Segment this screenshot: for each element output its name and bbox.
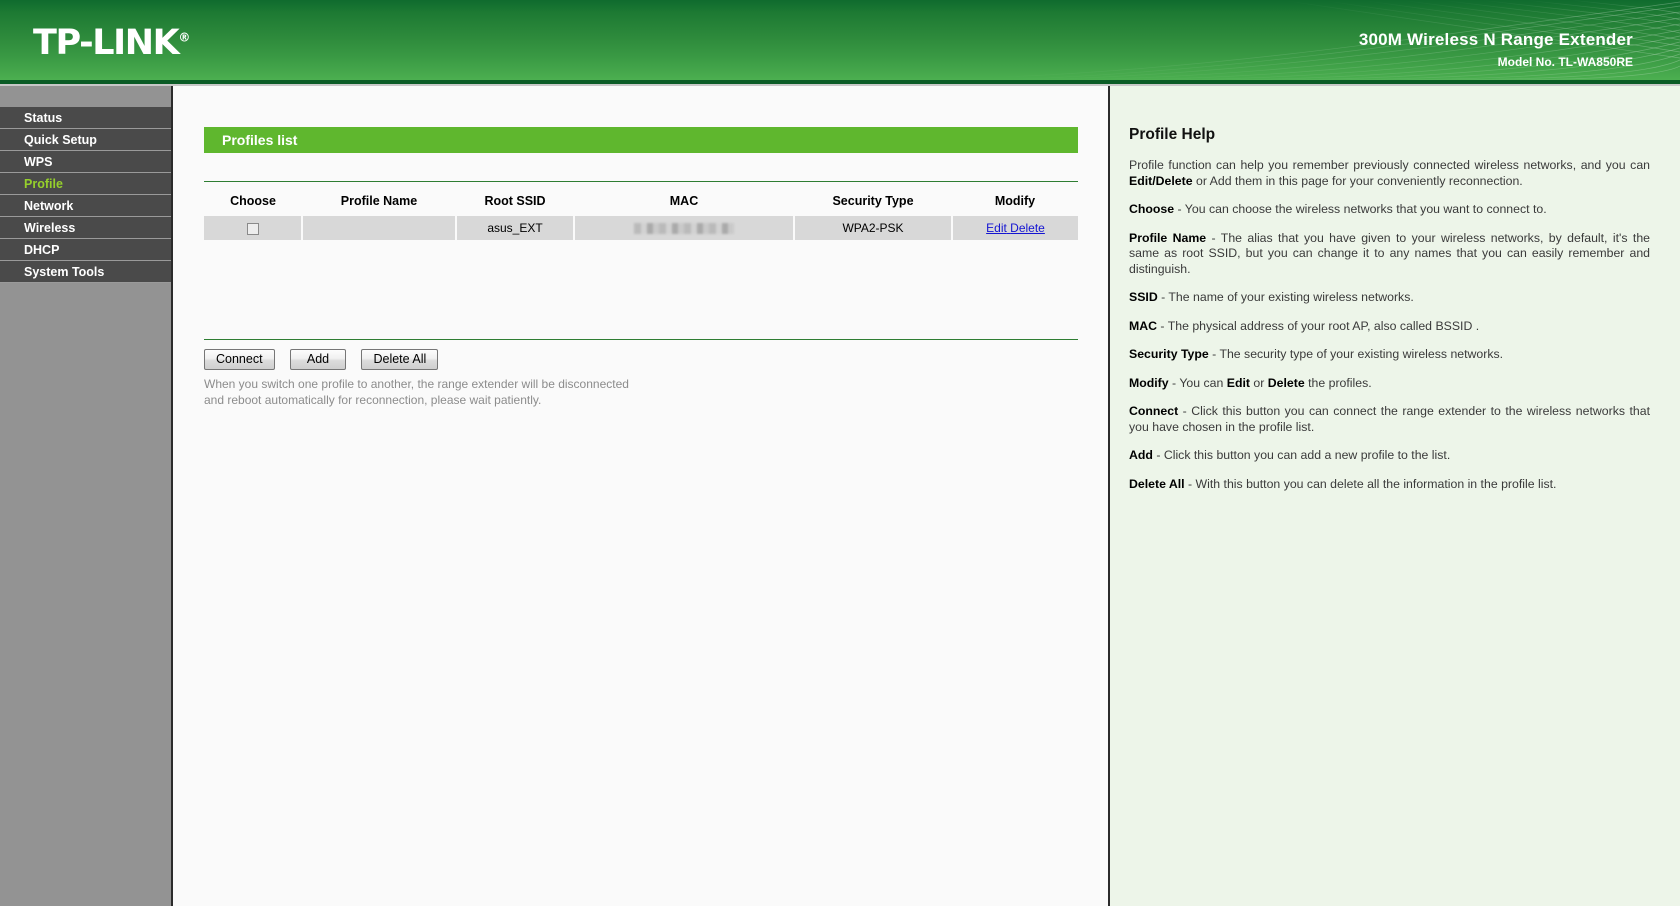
edit-link[interactable]: Edit <box>986 221 1007 235</box>
help-modify-desc-a: - You can <box>1168 375 1227 390</box>
help-security-type-desc: - The security type of your existing wir… <box>1208 347 1504 361</box>
logo-text: TP-LINK <box>33 23 180 63</box>
page-title: Profiles list <box>204 127 1078 153</box>
help-mac: MAC - The physical address of your root … <box>1129 319 1650 335</box>
help-modify: Modify - You can Edit or Delete the prof… <box>1129 376 1650 392</box>
help-connect: Connect - Click this button you can conn… <box>1129 404 1650 435</box>
cell-choose <box>204 216 303 240</box>
help-choose: Choose - You can choose the wireless net… <box>1129 202 1650 218</box>
table-row: asus_EXT WPA2-PSK Edit Delete <box>204 216 1078 240</box>
sidebar-item-wps[interactable]: WPS <box>0 151 171 173</box>
sidebar-item-dhcp[interactable]: DHCP <box>0 239 171 261</box>
app-header: TP-LINK® 300M Wireless N Range Extender … <box>0 0 1680 80</box>
tplink-logo: TP-LINK® <box>33 26 190 61</box>
cell-modify: Edit Delete <box>952 216 1078 240</box>
switch-profile-note: When you switch one profile to another, … <box>204 376 904 408</box>
help-connect-term: Connect <box>1129 404 1179 418</box>
column-header-choose: Choose <box>230 194 276 208</box>
help-title: Profile Help <box>1129 126 1216 143</box>
cell-security-type: WPA2-PSK <box>794 216 953 240</box>
sidebar-item-system-tools[interactable]: System Tools <box>0 261 171 283</box>
model-number: Model No. TL-WA850RE <box>1497 55 1633 69</box>
help-delete-all-term: Delete All <box>1129 476 1185 491</box>
action-button-row: Connect Add Delete All <box>204 349 449 370</box>
profiles-table: Choose Profile Name Root SSID MAC Securi… <box>204 186 1078 240</box>
help-choose-desc: - You can choose the wireless networks t… <box>1174 202 1547 216</box>
help-intro-c: or Add them in this page for your conven… <box>1192 173 1523 188</box>
help-intro: Profile function can help you remember p… <box>1129 158 1650 189</box>
help-intro-a: Profile function can help you remember p… <box>1129 158 1650 172</box>
table-header-row: Choose Profile Name Root SSID MAC Securi… <box>204 186 1078 216</box>
cell-mac <box>574 216 795 240</box>
column-header-mac: MAC <box>669 194 699 208</box>
table-top-rule <box>204 181 1078 182</box>
help-choose-term: Choose <box>1129 202 1175 216</box>
product-title: 300M Wireless N Range Extender <box>1358 30 1633 49</box>
help-modify-edit: Edit <box>1226 375 1250 390</box>
help-ssid-term: SSID <box>1129 290 1158 304</box>
help-panel: Profile Help Profile function can help y… <box>1110 86 1680 906</box>
sidebar-item-quick-setup[interactable]: Quick Setup <box>0 129 171 151</box>
main-content: Profiles list Choose Profile Name Root S… <box>173 86 1108 906</box>
sidebar-item-network[interactable]: Network <box>0 195 171 217</box>
cell-root-ssid: asus_EXT <box>456 216 575 240</box>
help-connect-desc: - Click this button you can connect the … <box>1129 404 1650 434</box>
help-delete-all-desc: - With this button you can delete all th… <box>1184 476 1557 491</box>
delete-all-button[interactable]: Delete All <box>361 349 439 370</box>
help-intro-b: Edit/Delete <box>1129 173 1193 188</box>
note-line-2: and reboot automatically for reconnectio… <box>204 393 542 407</box>
cell-profile-name <box>302 216 457 240</box>
registered-trademark-icon: ® <box>178 30 191 45</box>
help-ssid-desc: - The name of your existing wireless net… <box>1157 290 1414 304</box>
sidebar-item-status[interactable]: Status <box>0 107 171 129</box>
sidebar-menu: Status Quick Setup WPS Profile Network Wirele… <box>0 107 171 283</box>
column-header-profile-name: Profile Name <box>340 194 418 208</box>
help-mac-term: MAC <box>1129 318 1158 333</box>
add-button[interactable]: Add <box>290 349 347 370</box>
help-profile-name-term: Profile Name <box>1129 230 1207 245</box>
table-bottom-rule <box>204 339 1078 340</box>
help-add-term: Add <box>1129 448 1153 462</box>
note-line-1: When you switch one profile to another, … <box>204 377 629 391</box>
help-add-desc: - Click this button you can add a new pr… <box>1152 448 1451 462</box>
help-modify-desc-c: the profiles. <box>1304 375 1372 390</box>
delete-link[interactable]: Delete <box>1010 221 1045 235</box>
help-ssid: SSID - The name of your existing wireles… <box>1129 290 1650 306</box>
sidebar-item-wireless[interactable]: Wireless <box>0 217 171 239</box>
help-security-type-term: Security Type <box>1129 347 1209 361</box>
sidebar: Status Quick Setup WPS Profile Network Wirele… <box>0 86 171 906</box>
help-modify-desc-b: or <box>1249 375 1268 390</box>
connect-button[interactable]: Connect <box>204 349 275 370</box>
column-header-modify: Modify <box>994 194 1036 208</box>
help-modify-delete: Delete <box>1267 375 1305 390</box>
help-profile-name-desc: - The alias that you have given to your … <box>1129 230 1650 276</box>
profile-select-checkbox[interactable] <box>246 222 259 235</box>
help-profile-name: Profile Name - The alias that you have g… <box>1129 231 1650 278</box>
sidebar-item-profile[interactable]: Profile <box>0 173 171 195</box>
help-mac-desc: - The physical address of your root AP, … <box>1157 318 1480 333</box>
help-modify-term: Modify <box>1129 375 1169 390</box>
help-security-type: Security Type - The security type of you… <box>1129 347 1650 363</box>
column-header-security-type: Security Type <box>832 194 914 208</box>
column-header-root-ssid: Root SSID <box>484 194 546 208</box>
help-add: Add - Click this button you can add a ne… <box>1129 448 1650 464</box>
mac-address-redacted <box>634 223 734 235</box>
help-delete-all: Delete All - With this button you can de… <box>1129 477 1650 493</box>
